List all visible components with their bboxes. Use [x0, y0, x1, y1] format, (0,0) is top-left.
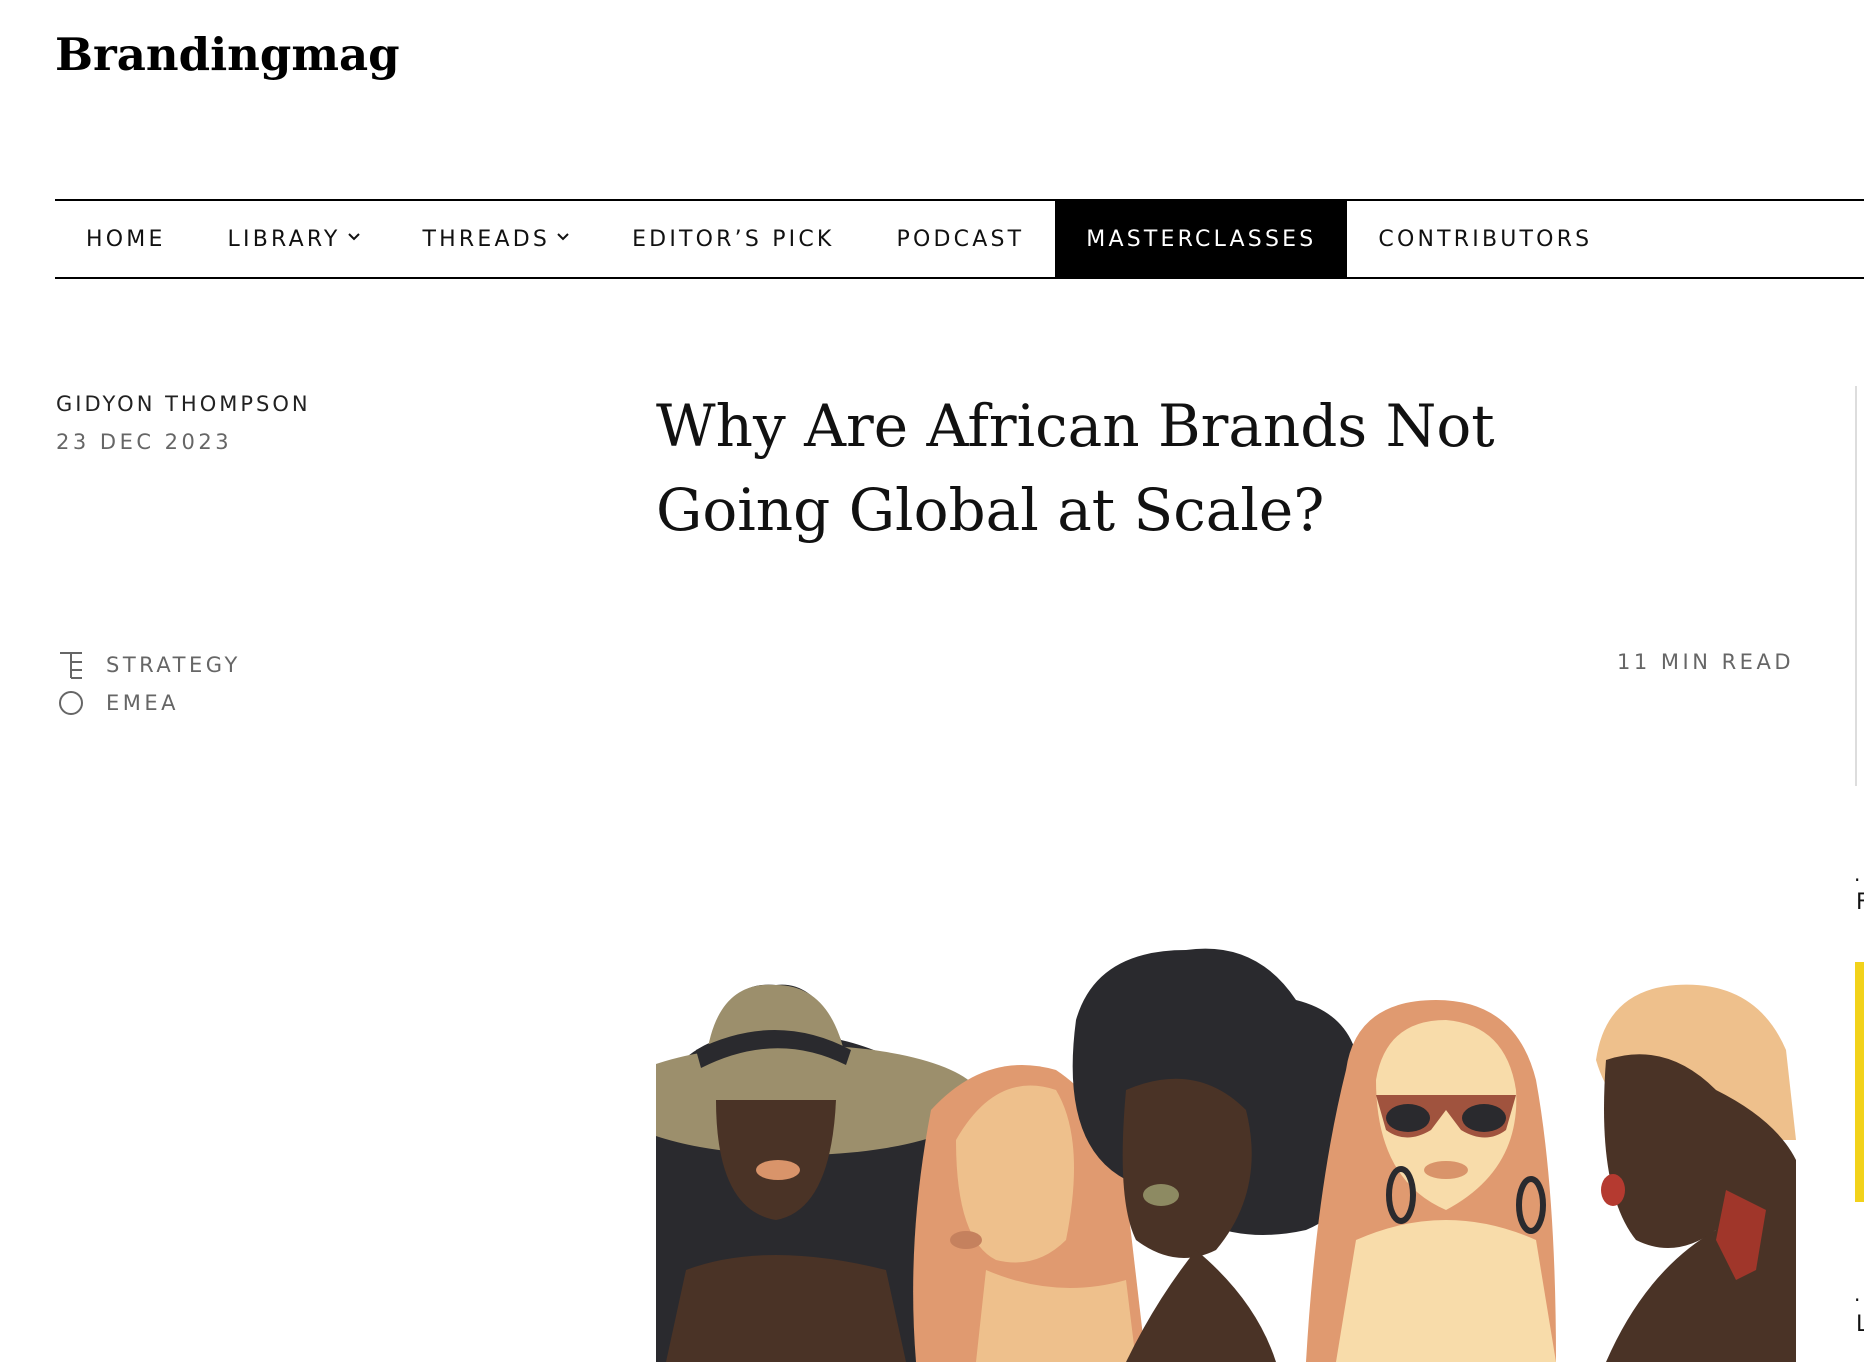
tag-label: STRATEGY — [106, 653, 241, 677]
article-tags: STRATEGY EMEA — [56, 646, 241, 722]
nav-label: THREADS — [422, 226, 551, 252]
region-globe-icon — [56, 688, 86, 718]
strategy-icon — [56, 650, 86, 680]
tag-strategy[interactable]: STRATEGY — [56, 646, 241, 684]
nav-label: EDITOR’S PICK — [632, 226, 835, 252]
read-time: 11 MIN READ — [1617, 650, 1794, 674]
sidebar-ad-banner[interactable] — [1855, 962, 1864, 1202]
nav-item-masterclasses[interactable]: MASTERCLASSES — [1055, 201, 1348, 277]
nav-item-home[interactable]: HOME — [55, 201, 197, 277]
nav-label: MASTERCLASSES — [1086, 226, 1317, 252]
chevron-down-icon — [556, 230, 570, 246]
article-author[interactable]: GIDYON THOMPSON — [56, 392, 311, 416]
main-navigation: HOME LIBRARY THREADS EDITOR’S PICK PODCA… — [55, 199, 1864, 279]
nav-item-podcast[interactable]: PODCAST — [866, 201, 1056, 277]
nav-label: PODCAST — [896, 226, 1025, 252]
hero-illustration — [656, 940, 1796, 1362]
tag-emea[interactable]: EMEA — [56, 684, 241, 722]
sidebar-text: . — [1854, 1282, 1861, 1306]
nav-label: HOME — [86, 226, 166, 252]
article-title: Why Are African Brands Not Going Global … — [656, 392, 1495, 544]
women-illustration-image — [656, 948, 1796, 1362]
chevron-down-icon — [347, 230, 361, 246]
nav-label: CONTRIBUTORS — [1378, 226, 1593, 252]
nav-item-threads[interactable]: THREADS — [392, 201, 602, 277]
sidebar-text: L — [1856, 1312, 1864, 1337]
tag-label: EMEA — [106, 691, 180, 715]
sidebar-text: . — [1854, 862, 1861, 886]
nav-item-library[interactable]: LIBRARY — [197, 201, 392, 277]
sidebar-panel-edge — [1855, 386, 1864, 786]
nav-label: LIBRARY — [227, 226, 341, 252]
site-logo[interactable]: Brandingmag — [55, 28, 400, 81]
article-date: 23 DEC 2023 — [56, 430, 233, 454]
sidebar-text: F — [1856, 890, 1864, 915]
nav-item-editors-pick[interactable]: EDITOR’S PICK — [601, 201, 865, 277]
nav-item-contributors[interactable]: CONTRIBUTORS — [1347, 201, 1623, 277]
